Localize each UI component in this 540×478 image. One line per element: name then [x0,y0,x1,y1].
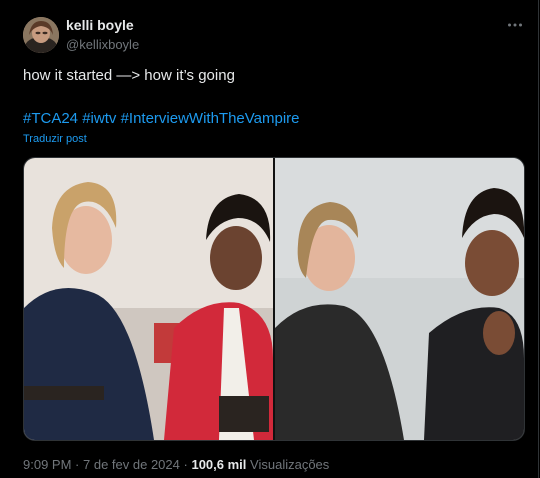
tweet-meta: 9:09 PM · 7 de fev de 2024 · 100,6 mil V… [23,457,329,472]
tweet-text: how it started —> how it’s going [23,67,235,84]
hashtag-list: #TCA24 #iwtv #InterviewWithTheVampire [23,110,300,127]
more-options-button[interactable] [506,16,524,34]
author-handle[interactable]: @kellixboyle [66,37,139,52]
meta-separator-2: · [183,457,188,472]
views-label: Visualizações [250,457,330,472]
avatar-image [23,17,59,53]
translate-post-link[interactable]: Traduzir post [23,133,87,145]
hashtag-tca24[interactable]: #TCA24 [23,110,78,127]
author-display-name[interactable]: kelli boyle [66,17,134,33]
media-image[interactable] [23,157,525,441]
tweet-container: kelli boyle @kellixboyle how it started … [0,0,539,478]
tweet-date[interactable]: 7 de fev de 2024 [83,457,180,472]
hashtag-iwtv[interactable]: #iwtv [82,110,116,127]
meta-separator: · [75,457,80,472]
hashtag-interviewwiththevampire[interactable]: #InterviewWithTheVampire [121,110,300,127]
tweet-time[interactable]: 9:09 PM [23,457,71,472]
views-count: 100,6 mil [191,457,247,472]
avatar[interactable] [23,17,59,53]
photo-collage [24,158,524,440]
more-horizontal-icon [508,23,522,27]
